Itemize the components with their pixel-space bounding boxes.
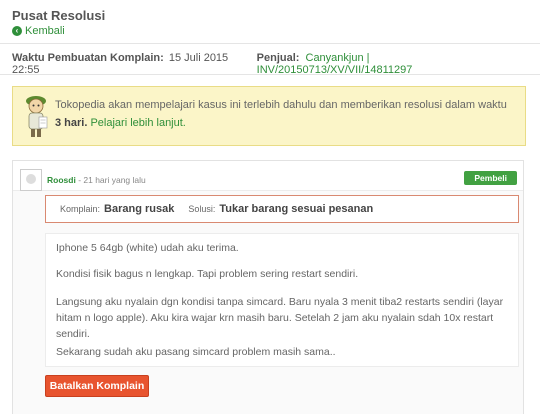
thread-header: Roosdi - 21 hari yang lalu Pembeli <box>13 161 523 191</box>
avatar <box>20 169 42 191</box>
created-info: Waktu Pembuatan Komplain: 15 Juli 2015 2… <box>12 52 257 76</box>
role-badge: Pembeli <box>464 171 517 185</box>
notice-body: Tokopedia akan mempelajari kasus ini ter… <box>55 99 507 111</box>
post-time: - 21 hari yang lalu <box>78 175 146 185</box>
divider <box>0 43 540 44</box>
notice-text: Tokopedia akan mempelajari kasus ini ter… <box>55 96 515 132</box>
complaint-summary: Komplain: Barang rusak Solusi: Tukar bar… <box>45 195 519 223</box>
solution-label: Solusi: <box>188 204 216 214</box>
complaint-value: Barang rusak <box>104 203 175 215</box>
page-title: Pusat Resolusi <box>12 8 106 23</box>
arrow-left-icon: ‹ <box>12 26 22 36</box>
message-body: Iphone 5 64gb (white) udah aku terima. K… <box>45 233 519 367</box>
divider <box>0 74 540 75</box>
complaint-label: Komplain: <box>60 204 101 214</box>
seller-info: Penjual: Canyankjun | INV/20150713/XV/VI… <box>257 52 526 76</box>
user-line: Roosdi - 21 hari yang lalu <box>47 175 146 185</box>
solution-value: Tukar barang sesuai pesanan <box>219 203 374 215</box>
resolution-notice: Tokopedia akan mempelajari kasus ini ter… <box>12 86 526 146</box>
back-label: Kembali <box>25 25 65 37</box>
user-name[interactable]: Roosdi <box>47 175 76 185</box>
seller-label: Penjual: <box>256 52 300 64</box>
back-link[interactable]: ‹ Kembali <box>12 25 65 37</box>
complaint-thread: Roosdi - 21 hari yang lalu Pembeli Kompl… <box>12 160 524 414</box>
message-paragraph: Kondisi fisik bagus n lengkap. Tapi prob… <box>56 268 359 280</box>
notice-deadline: 3 hari. <box>55 117 88 129</box>
learn-more-link[interactable]: Pelajari lebih lanjut. <box>90 117 185 129</box>
cancel-complaint-button[interactable]: Batalkan Komplain <box>45 375 149 397</box>
message-paragraph: Iphone 5 64gb (white) udah aku terima. <box>56 242 239 254</box>
complaint-meta: Waktu Pembuatan Komplain: 15 Juli 2015 2… <box>12 52 526 76</box>
created-label: Waktu Pembuatan Komplain: <box>12 52 164 64</box>
message-paragraph: Langsung aku nyalain dgn kondisi tanpa s… <box>56 296 504 340</box>
message-paragraph: Sekarang sudah aku pasang simcard proble… <box>56 346 336 358</box>
mascot-icon <box>26 96 48 137</box>
